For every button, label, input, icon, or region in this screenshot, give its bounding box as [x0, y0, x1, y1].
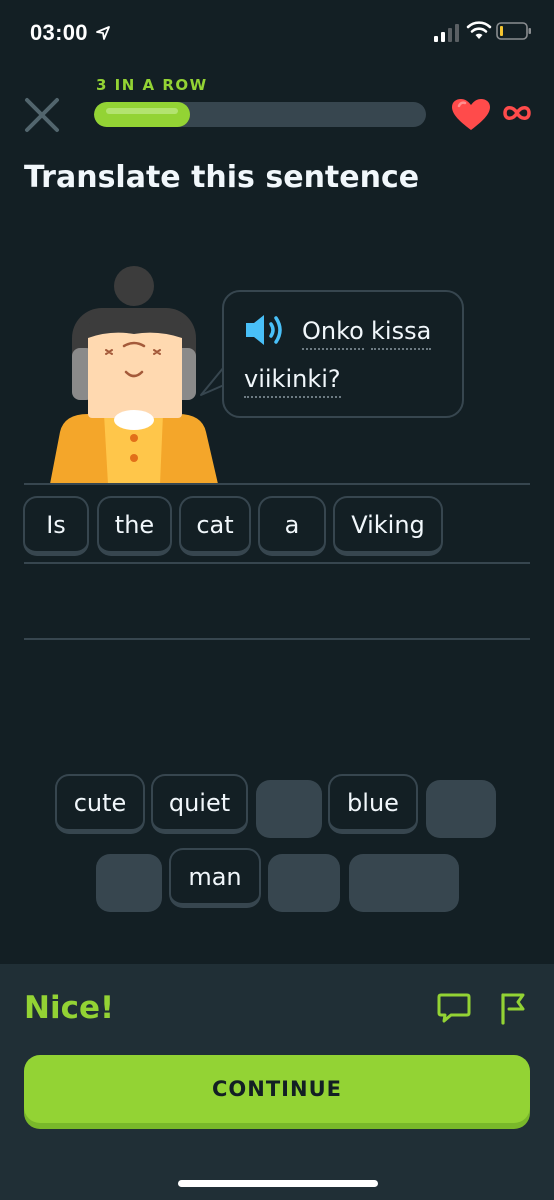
prompt-word[interactable]: viikinki?	[244, 364, 341, 398]
wifi-icon	[466, 21, 492, 39]
progress-fill	[94, 102, 190, 127]
answer-tile[interactable]: the	[97, 496, 172, 556]
location-arrow-icon	[96, 26, 110, 40]
streak-label: 3 IN A ROW	[96, 76, 208, 94]
word-bank-empty-slot	[256, 780, 322, 838]
answer-tile[interactable]: cat	[179, 496, 251, 556]
home-indicator[interactable]	[178, 1180, 378, 1187]
word-bank-tile[interactable]: quiet	[151, 774, 248, 834]
answer-tile[interactable]: a	[258, 496, 326, 556]
answer-tile[interactable]: Viking	[333, 496, 443, 556]
infinity-icon	[503, 106, 531, 120]
page-title: Translate this sentence	[24, 160, 420, 195]
lesson-progress-bar	[94, 102, 426, 127]
answer-tile[interactable]: Is	[23, 496, 89, 556]
word-bank-empty-slot	[426, 780, 496, 838]
continue-button[interactable]: CONTINUE	[24, 1055, 530, 1123]
answer-line	[24, 483, 530, 485]
cellular-signal-icon	[434, 24, 459, 42]
progress-shine	[106, 108, 178, 114]
heart-icon[interactable]	[451, 98, 491, 132]
word-bank-tile[interactable]: cute	[55, 774, 145, 834]
speech-bubble	[222, 290, 464, 418]
battery-icon	[496, 22, 531, 40]
answer-line	[24, 638, 530, 640]
speaker-icon[interactable]	[244, 313, 288, 347]
prompt-word[interactable]: Onko	[302, 316, 364, 350]
status-bar: 03:00	[0, 0, 554, 64]
word-bank-empty-slot	[349, 854, 459, 912]
answer-line	[24, 562, 530, 564]
word-bank-empty-slot	[96, 854, 162, 912]
comment-icon[interactable]	[437, 992, 471, 1024]
status-time: 03:00	[30, 20, 88, 45]
prompt-word[interactable]: kissa	[371, 316, 432, 350]
feedback-message: Nice!	[24, 990, 115, 1026]
word-bank-tile[interactable]: blue	[328, 774, 418, 834]
character-avatar	[50, 266, 218, 484]
flag-icon[interactable]	[497, 991, 529, 1025]
word-bank-empty-slot	[268, 854, 340, 912]
close-icon[interactable]	[22, 95, 62, 135]
word-bank-tile[interactable]: man	[169, 848, 261, 908]
